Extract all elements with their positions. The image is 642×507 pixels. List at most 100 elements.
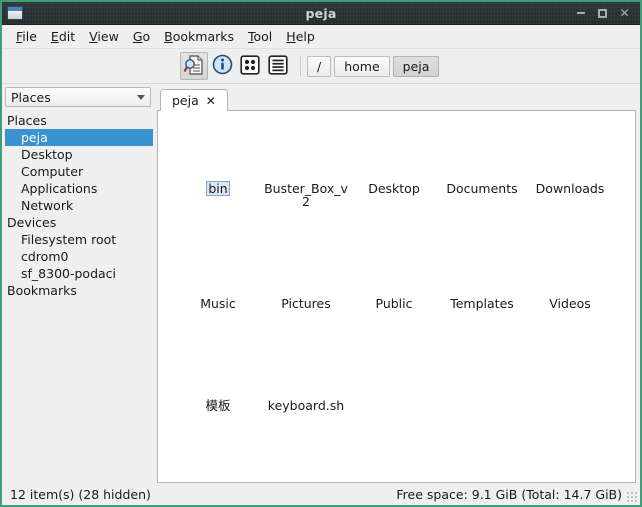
- menu-go[interactable]: Go: [126, 27, 157, 46]
- status-item-count: 12 item(s) (28 hidden): [10, 486, 151, 502]
- folder-icon: [376, 145, 412, 181]
- menu-edit[interactable]: Edit: [44, 27, 82, 46]
- menu-go-label: o: [142, 29, 151, 44]
- file-item-label: 模板: [205, 398, 231, 413]
- info-button[interactable]: [208, 52, 236, 80]
- icon-view-button[interactable]: [236, 52, 264, 80]
- file-item-buster-box-v2[interactable]: Buster_Box_v2: [262, 145, 350, 209]
- script-file-icon: [288, 362, 324, 398]
- maximize-button[interactable]: [596, 7, 609, 20]
- minimize-button[interactable]: [574, 7, 587, 20]
- file-item-keyboard-sh[interactable]: keyboard.sh: [262, 362, 350, 413]
- file-item-bin[interactable]: bin: [174, 145, 262, 209]
- file-item-label: Public: [375, 296, 413, 311]
- file-item-pictures[interactable]: Pictures: [262, 260, 350, 311]
- folder-icon: [288, 260, 324, 296]
- path-button-home[interactable]: home: [334, 55, 390, 77]
- menu-file-label: ile: [22, 29, 37, 44]
- toolbar-separator: [300, 56, 301, 76]
- list-view-button[interactable]: [264, 52, 292, 80]
- folder-icon: [200, 260, 236, 296]
- file-item-label: Downloads: [535, 181, 605, 196]
- window-title: peja: [305, 5, 337, 21]
- statusbar: 12 item(s) (28 hidden) Free space: 9.1 G…: [2, 483, 640, 505]
- file-item-label: Desktop: [368, 181, 420, 196]
- folder-icon: [552, 145, 588, 181]
- places-list: Places peja Desktop Computer Application…: [5, 112, 154, 483]
- titlebar[interactable]: peja ✕: [2, 2, 640, 25]
- menu-tool-label: ool: [253, 29, 273, 44]
- file-item-videos[interactable]: Videos: [526, 260, 614, 311]
- file-item-documents[interactable]: Documents: [438, 145, 526, 209]
- sidebar-item-peja[interactable]: peja: [5, 129, 153, 146]
- path-button-peja[interactable]: peja: [392, 55, 440, 77]
- status-free-space: Free space: 9.1 GiB (Total: 14.7 GiB): [396, 486, 622, 502]
- file-item-music[interactable]: Music: [174, 260, 262, 311]
- file-icon-view[interactable]: bin Buster_Box_v2 Desktop Documents Down…: [157, 110, 636, 483]
- menu-help-label: elp: [295, 29, 315, 44]
- places-dropdown[interactable]: Places: [5, 87, 151, 107]
- menu-edit-label: dit: [58, 29, 76, 44]
- info-icon: [212, 54, 233, 78]
- sidebar-group-devices: Devices: [7, 215, 57, 230]
- file-item-templates[interactable]: Templates: [438, 260, 526, 311]
- menu-help[interactable]: Help: [279, 27, 322, 46]
- sidebar-item-sf-8300-podaci[interactable]: sf_8300-podaci: [5, 265, 154, 282]
- find-files-button[interactable]: [180, 52, 208, 80]
- tabstrip: peja ✕: [157, 87, 636, 111]
- sidebar-group-bookmarks: Bookmarks: [7, 283, 77, 298]
- file-item-downloads[interactable]: Downloads: [526, 145, 614, 209]
- chevron-down-icon: [137, 94, 145, 100]
- menu-file[interactable]: File: [9, 27, 44, 46]
- menu-go-accel: G: [132, 29, 143, 44]
- resize-grip[interactable]: [625, 490, 637, 502]
- sidebar-group-places: Places: [7, 113, 47, 128]
- file-item-label: Videos: [549, 296, 591, 311]
- file-item-public[interactable]: Public: [350, 260, 438, 311]
- menubar: File Edit View Go Bookmarks Tool Help: [2, 25, 640, 49]
- places-dropdown-value: Places: [11, 89, 51, 105]
- menu-bookmarks-accel: B: [164, 29, 173, 44]
- window-icon: [7, 6, 23, 20]
- find-files-icon: [183, 54, 205, 79]
- tab-close-icon[interactable]: ✕: [206, 95, 216, 107]
- sidebar-item-network[interactable]: Network: [5, 197, 154, 214]
- folder-icon: [200, 145, 236, 181]
- file-row: 模板 keyboard.sh: [158, 362, 635, 413]
- close-icon[interactable]: ✕: [618, 7, 631, 20]
- toolbar: / home peja: [2, 49, 640, 84]
- file-item-desktop[interactable]: Desktop: [350, 145, 438, 209]
- file-item-label: bin: [206, 181, 230, 196]
- file-row: Music Pictures Public Templates Videos: [158, 260, 635, 311]
- path-button-root[interactable]: /: [307, 55, 332, 77]
- file-row: bin Buster_Box_v2 Desktop Documents Down…: [158, 145, 635, 209]
- menu-edit-accel: E: [50, 29, 59, 44]
- file-item-label: Templates: [450, 296, 514, 311]
- folder-icon: [552, 260, 588, 296]
- icon-view-icon: [240, 54, 260, 78]
- file-item-mu-ban[interactable]: 模板: [174, 362, 262, 413]
- folder-icon: [376, 260, 412, 296]
- body-split: Places Places peja Desktop Computer Appl…: [2, 84, 640, 483]
- folder-icon: [288, 145, 324, 181]
- file-item-label: Pictures: [281, 296, 331, 311]
- tab-peja-label: peja: [172, 93, 199, 108]
- sidebar-item-filesystem-root[interactable]: Filesystem root: [5, 231, 154, 248]
- folder-icon: [464, 145, 500, 181]
- file-item-label: Buster_Box_v2: [264, 181, 348, 209]
- tab-peja[interactable]: peja ✕: [160, 89, 228, 111]
- menu-help-accel: H: [286, 29, 296, 44]
- menu-tool[interactable]: Tool: [241, 27, 279, 46]
- sidebar-item-applications[interactable]: Applications: [5, 180, 154, 197]
- menu-bookmarks-label: ookmarks: [172, 29, 234, 44]
- sidebar-item-cdrom0[interactable]: cdrom0: [5, 248, 154, 265]
- sidebar-item-desktop[interactable]: Desktop: [5, 146, 154, 163]
- folder-icon: [200, 362, 236, 398]
- sidebar: Places Places peja Desktop Computer Appl…: [2, 84, 154, 483]
- file-item-label: Music: [200, 296, 236, 311]
- window-controls: ✕: [574, 7, 640, 20]
- menu-bookmarks[interactable]: Bookmarks: [157, 27, 241, 46]
- sidebar-item-computer[interactable]: Computer: [5, 163, 154, 180]
- file-manager-window: peja ✕ File Edit View Go Bookmarks Tool …: [0, 0, 642, 507]
- menu-view[interactable]: View: [82, 27, 126, 46]
